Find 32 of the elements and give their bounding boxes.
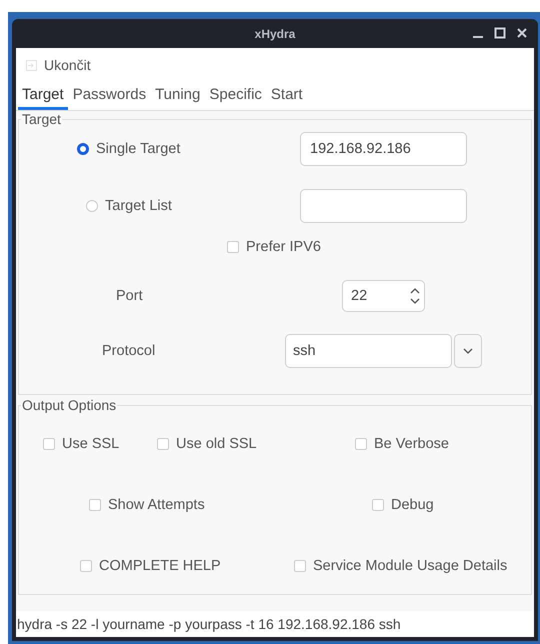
protocol-label: Protocol	[102, 343, 156, 359]
maximize-icon[interactable]	[494, 27, 506, 39]
tab[interactable]: Tuning	[151, 82, 204, 110]
up-icon[interactable]	[410, 288, 420, 294]
tab[interactable]: Target	[18, 82, 68, 110]
tab[interactable]: Specific	[205, 82, 266, 110]
port-spinbox[interactable]: 22	[342, 280, 425, 312]
tab[interactable]: Start	[266, 82, 307, 110]
checkbox[interactable]: COMPLETE HELP	[80, 558, 221, 574]
target-field[interactable]	[300, 189, 467, 223]
down-icon[interactable]	[410, 298, 420, 304]
command-line-text: hydra -s 22 -l yourname -p yourpass -t 16 192.168.92.186 ssh	[16, 611, 534, 637]
group-title: Output Options	[21, 397, 118, 413]
checkbox[interactable]: Be Verbose	[355, 436, 449, 452]
window-title: xHydra	[254, 26, 296, 40]
checkbox[interactable]: Use SSL	[43, 436, 120, 452]
radio-button[interactable]: Single Target	[77, 141, 180, 157]
radio-button[interactable]: Target List	[86, 198, 172, 214]
checkbox[interactable]: Use old SSL	[157, 436, 257, 452]
checkbox[interactable]: Service Module Usage Details	[294, 558, 508, 574]
port-label: Port	[116, 288, 143, 304]
checkbox[interactable]: Debug	[372, 497, 434, 513]
exit-icon	[26, 60, 37, 70]
checkbox[interactable]: Show Attempts	[89, 497, 205, 513]
checkbox[interactable]: Prefer IPV6	[227, 239, 321, 255]
close-icon[interactable]	[516, 27, 528, 39]
group-title: Target	[21, 111, 62, 127]
protocol-combo[interactable]: ssh	[285, 334, 452, 368]
target-field[interactable]: 192.168.92.186	[300, 132, 467, 166]
tab[interactable]: Passwords	[68, 82, 150, 110]
quit-menu-item[interactable]: Ukončit	[26, 57, 91, 73]
chevron-down-icon	[463, 348, 473, 354]
